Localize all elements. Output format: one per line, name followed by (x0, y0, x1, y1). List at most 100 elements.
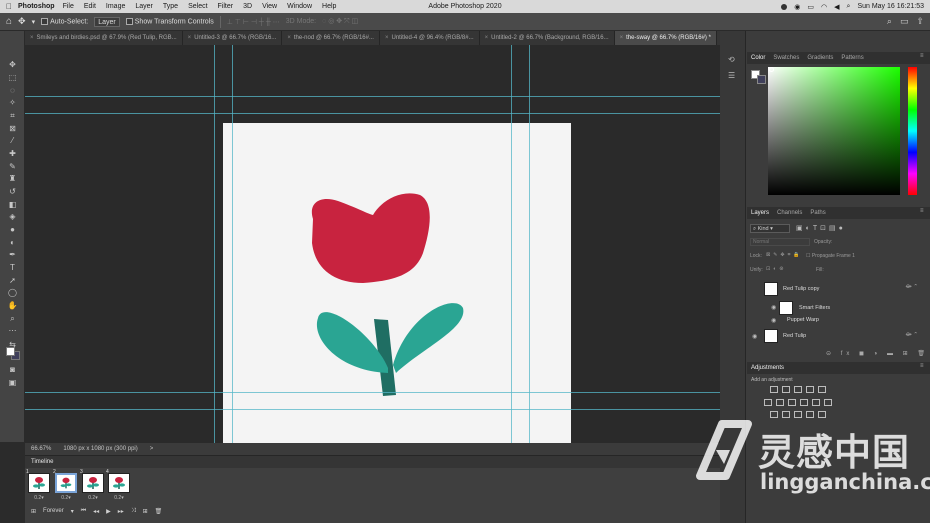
tab-paths[interactable]: Paths (810, 207, 825, 219)
tab-document[interactable]: × Untitled-4 @ 96.4% (RGB/8#... (380, 31, 480, 45)
guide-horizontal[interactable] (25, 392, 720, 393)
quick-mask-icon[interactable]: ◙ (7, 364, 18, 375)
duplicate-frame-icon[interactable]: ⊞ (143, 508, 148, 515)
foreground-color-swatch[interactable] (6, 347, 15, 356)
menu-window[interactable]: Window (287, 3, 312, 10)
tab-document[interactable]: × Untitled-3 @ 66.7% (RGB/16... (183, 31, 283, 45)
frame-duration[interactable]: 0.2▾ (82, 495, 104, 501)
tab-document[interactable]: × Smileys and birdies.psd @ 67.9% (Red Tu… (25, 31, 183, 45)
guide-horizontal[interactable] (25, 113, 720, 114)
guide-vertical[interactable] (511, 45, 512, 443)
crop-tool-icon[interactable]: ⌗ (7, 110, 18, 121)
menu-3d[interactable]: 3D (243, 3, 252, 10)
eye-icon[interactable]: ◉ (771, 304, 776, 311)
curves-icon[interactable] (794, 386, 802, 393)
record-icon[interactable] (781, 3, 788, 10)
menu-image[interactable]: Image (106, 3, 125, 10)
frame-duration[interactable]: 0.2▾ (108, 495, 130, 501)
wifi-icon[interactable]: ◠ (821, 3, 827, 11)
frame-duration[interactable]: 0.2▾ (55, 495, 77, 501)
first-frame-icon[interactable]: ⏮ (81, 508, 86, 515)
brightness-icon[interactable] (770, 386, 778, 393)
eyedropper-icon[interactable]: ⁄ (7, 135, 18, 146)
path-select-icon[interactable]: ➚ (7, 275, 18, 286)
timeline-frame[interactable]: 4 0.2▾ (106, 469, 130, 503)
color-balance-icon[interactable] (776, 399, 784, 406)
search-icon[interactable]: ⌕ (887, 16, 892, 27)
shape-tool-icon[interactable]: ◯ (7, 287, 18, 298)
hand-tool-icon[interactable]: ✋ (7, 300, 18, 311)
spotlight-icon[interactable]: ⌕ (847, 3, 851, 11)
menu-view[interactable]: View (262, 3, 277, 10)
exposure-icon[interactable] (806, 386, 814, 393)
type-tool-icon[interactable]: T (7, 262, 18, 273)
smart-filter-mask[interactable] (779, 301, 793, 315)
magic-wand-icon[interactable]: ✧ (7, 97, 18, 108)
timeline-title[interactable]: Timeline (25, 456, 720, 468)
timeline-frame-selected[interactable]: 2 0.2▾ (53, 469, 77, 503)
zoom-tool-icon[interactable]: ⌕ (7, 313, 18, 324)
play-icon[interactable]: ▶ (106, 508, 111, 515)
loop-select[interactable]: Forever (43, 508, 64, 514)
panel-menu-icon[interactable]: ≡ (920, 208, 924, 214)
stamp-tool-icon[interactable]: ♜ (7, 173, 18, 184)
close-icon[interactable]: × (485, 35, 489, 41)
prev-frame-icon[interactable]: ◂◂ (93, 508, 99, 515)
filter-name[interactable]: Puppet Warp (787, 317, 819, 323)
menu-type[interactable]: Type (163, 3, 178, 10)
layer-row[interactable]: ◉ Puppet Warp (747, 316, 930, 325)
tab-gradients[interactable]: Gradients (807, 52, 833, 64)
close-icon[interactable]: × (620, 35, 624, 41)
loop-menu-icon[interactable]: ▾ (71, 508, 74, 515)
guide-vertical[interactable] (529, 45, 530, 443)
layer-filter-kind[interactable]: ⌕ Kind ▾ (750, 224, 790, 233)
blend-mode-select[interactable]: Normal (750, 238, 810, 246)
pen-tool-icon[interactable]: ✒ (7, 249, 18, 260)
smart-filters-label[interactable]: Smart Filters (799, 305, 830, 311)
canvas-area[interactable] (25, 45, 720, 443)
share-icon[interactable]: ⇪ (916, 16, 924, 27)
hue-saturation-icon[interactable] (764, 399, 772, 406)
tween-icon[interactable]: ⤨ (131, 508, 136, 515)
tab-swatches[interactable]: Swatches (773, 52, 799, 64)
brush-tool-icon[interactable]: ✎ (7, 161, 18, 172)
history-brush-icon[interactable]: ↺ (7, 186, 18, 197)
dodge-tool-icon[interactable]: ◐ (7, 237, 18, 248)
move-tool-menu-icon[interactable]: ▾ (32, 18, 36, 26)
auto-select-checkbox[interactable] (41, 17, 49, 25)
tab-patterns[interactable]: Patterns (841, 52, 863, 64)
marquee-tool-icon[interactable]: ⬚ (7, 72, 18, 83)
unify-icons[interactable]: ⊡◐⊛ (766, 266, 786, 272)
panel-menu-icon[interactable]: ≡ (920, 53, 924, 59)
panel-menu-icon[interactable]: ≡ (920, 363, 924, 369)
hue-slider[interactable] (908, 67, 917, 195)
auto-select-target[interactable]: Layer (94, 16, 120, 27)
black-white-icon[interactable] (788, 399, 796, 406)
tab-layers[interactable]: Layers (751, 207, 769, 219)
guide-vertical[interactable] (214, 45, 215, 443)
menu-filter[interactable]: Filter (218, 3, 234, 10)
eye-icon[interactable]: ◉ (752, 333, 757, 340)
clock[interactable]: Sun May 16 16:21:53 (857, 3, 924, 10)
vibrance-icon[interactable] (818, 386, 826, 393)
close-icon[interactable]: × (188, 35, 192, 41)
tab-document[interactable]: × the-nod @ 66.7% (RGB/16#... (282, 31, 380, 45)
move-tool-icon[interactable]: ✥ (7, 59, 18, 70)
menu-layer[interactable]: Layer (135, 3, 153, 10)
menu-select[interactable]: Select (188, 3, 207, 10)
zoom-level[interactable]: 66.67% (31, 446, 51, 452)
channel-mixer-icon[interactable] (812, 399, 820, 406)
lock-icons[interactable]: ⊠✎✥⌗🔒 (766, 252, 803, 258)
guide-horizontal[interactable] (25, 96, 720, 97)
healing-brush-icon[interactable]: ✚ (7, 148, 18, 159)
status-menu-icon[interactable]: > (150, 446, 154, 452)
timeline-frame[interactable]: 3 0.2▾ (80, 469, 104, 503)
3d-mode-icons[interactable]: ◌ ◎ ✥ ⤧ ◫ (322, 17, 358, 26)
document-info[interactable]: 1080 px x 1080 px (300 ppi) (63, 446, 137, 452)
cc-icon[interactable]: ◉ (794, 3, 800, 11)
color-field[interactable] (768, 67, 900, 195)
eraser-tool-icon[interactable]: ◧ (7, 199, 18, 210)
tab-channels[interactable]: Channels (777, 207, 802, 219)
delete-frame-icon[interactable]: 🗑 (155, 508, 163, 515)
guide-vertical[interactable] (232, 45, 233, 443)
